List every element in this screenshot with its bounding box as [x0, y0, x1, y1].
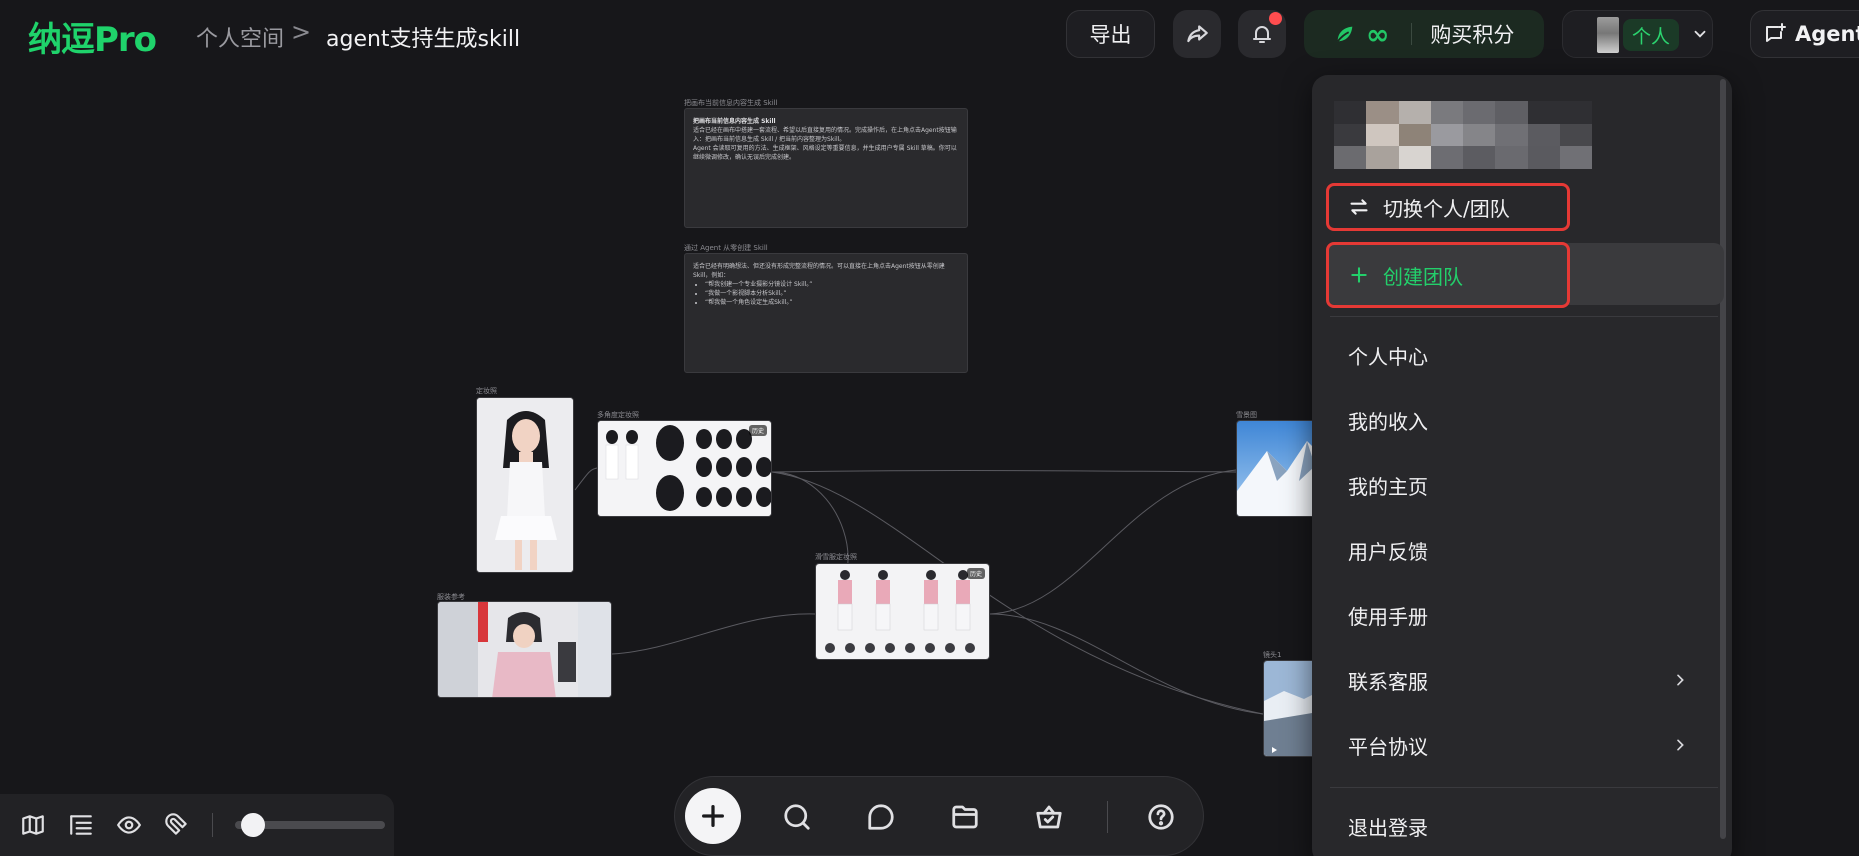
- menu-item-income[interactable]: 我的收入: [1348, 400, 1688, 440]
- main-toolbar: [674, 776, 1204, 856]
- menu-item-manual[interactable]: 使用手册: [1348, 595, 1688, 635]
- zoom-slider-knob[interactable]: [241, 813, 266, 837]
- text-card-label: 通过 Agent 从零创建 Skill: [684, 244, 768, 252]
- help-icon: [1148, 804, 1174, 830]
- image-node[interactable]: [476, 397, 574, 573]
- text-card[interactable]: 把画布当前信息内容生成 Skill 适合已经在画布中搭建一套流程、希望以后直接复…: [684, 108, 968, 228]
- text-card-line: 适合已经在画布中搭建一套流程、希望以后直接复用的情况。完成操作后，在上角点击Ag…: [693, 127, 957, 143]
- image-node[interactable]: 历史: [597, 420, 772, 517]
- preview-button[interactable]: [116, 812, 142, 838]
- plus-icon: [1351, 267, 1367, 283]
- menu-item-feedback[interactable]: 用户反馈: [1348, 530, 1688, 570]
- search-button[interactable]: [781, 801, 813, 833]
- text-card-line: 适合已经有明确想法、但还没有形成完整流程的情况。可以直接在上角点击Agent按钮…: [693, 263, 945, 279]
- map-button[interactable]: [20, 812, 46, 838]
- multi-angle-image: [598, 421, 771, 516]
- image-node-label: 定妆照: [476, 387, 497, 395]
- connection-line: [574, 467, 598, 491]
- add-icon: [702, 805, 724, 827]
- connection-line: [611, 613, 816, 655]
- connection-line: [989, 469, 1237, 615]
- text-card-bullet: “我做一个影视脚本分析Skill。”: [705, 289, 959, 298]
- chat-button[interactable]: [865, 801, 897, 833]
- eye-icon: [116, 816, 142, 834]
- create-team-button[interactable]: 创建团队: [1326, 242, 1570, 308]
- image-node[interactable]: [437, 601, 612, 698]
- logout-button[interactable]: 退出登录: [1348, 806, 1688, 846]
- text-card-bullet: “帮我做一个角色设定生成Skill。”: [705, 298, 959, 307]
- image-node-label: 镜头1: [1263, 651, 1282, 659]
- help-button[interactable]: [1145, 801, 1177, 833]
- outfit-reference-image: [438, 602, 611, 697]
- connection-line: [989, 613, 1264, 715]
- zoom-slider[interactable]: [235, 813, 385, 837]
- basket-icon: [1036, 805, 1062, 829]
- layout-button[interactable]: [68, 812, 94, 838]
- image-node[interactable]: 历史: [815, 563, 990, 660]
- add-node-button[interactable]: [685, 788, 741, 844]
- history-badge: 历史: [966, 568, 985, 579]
- menu-item-agreements[interactable]: 平台协议: [1348, 725, 1688, 765]
- switch-account-button[interactable]: 切换个人/团队: [1326, 183, 1570, 231]
- chat-icon: [868, 804, 894, 830]
- layout-icon: [70, 815, 92, 835]
- image-node-label: 滑雪服定妆照: [815, 553, 857, 561]
- text-card-bullet: “帮我创建一个专业摄影分镜设计 Skill。”: [705, 280, 959, 289]
- user-menu: 切换个人/团队 创建团队 个人中心 我的收入 我的主页 用户反馈 使用手册 联系…: [1312, 75, 1732, 856]
- ski-outfit-image: [816, 564, 989, 659]
- menu-item-profile-center[interactable]: 个人中心: [1348, 335, 1688, 375]
- folder-button[interactable]: [949, 801, 981, 833]
- user-profile-pixelated: [1334, 101, 1592, 169]
- connection-line: [771, 470, 1237, 473]
- image-node-label: 雪景图: [1236, 411, 1257, 419]
- view-toolbar: [0, 794, 394, 856]
- swap-icon: [1350, 199, 1368, 215]
- snap-button[interactable]: [164, 812, 190, 838]
- text-card-title: 把画布当前信息内容生成 Skill: [693, 118, 776, 125]
- chevron-right-icon: [1677, 739, 1684, 751]
- menu-scrollbar[interactable]: [1720, 79, 1726, 839]
- search-icon: [784, 804, 810, 830]
- magnet-icon: [165, 813, 187, 835]
- basket-button[interactable]: [1033, 801, 1065, 833]
- switch-account-label: 切换个人/团队: [1383, 196, 1510, 221]
- text-card-label: 把画布当前信息内容生成 Skill: [684, 99, 778, 107]
- text-card-line: Agent 会读取可复用的方法、生成框架、风格设定等重要信息，并生成用户专属 S…: [693, 145, 957, 161]
- map-icon: [22, 815, 44, 835]
- history-badge: 历史: [748, 425, 767, 436]
- create-team-label: 创建团队: [1383, 264, 1463, 289]
- menu-item-homepage[interactable]: 我的主页: [1348, 465, 1688, 505]
- folder-icon: [952, 805, 978, 829]
- text-card[interactable]: 适合已经有明确想法、但还没有形成完整流程的情况。可以直接在上角点击Agent按钮…: [684, 253, 968, 373]
- menu-item-customer-service[interactable]: 联系客服: [1348, 660, 1688, 700]
- portrait-image: [477, 398, 573, 572]
- chevron-right-icon: [1677, 674, 1684, 686]
- image-node-label: 多角度定妆照: [597, 411, 639, 419]
